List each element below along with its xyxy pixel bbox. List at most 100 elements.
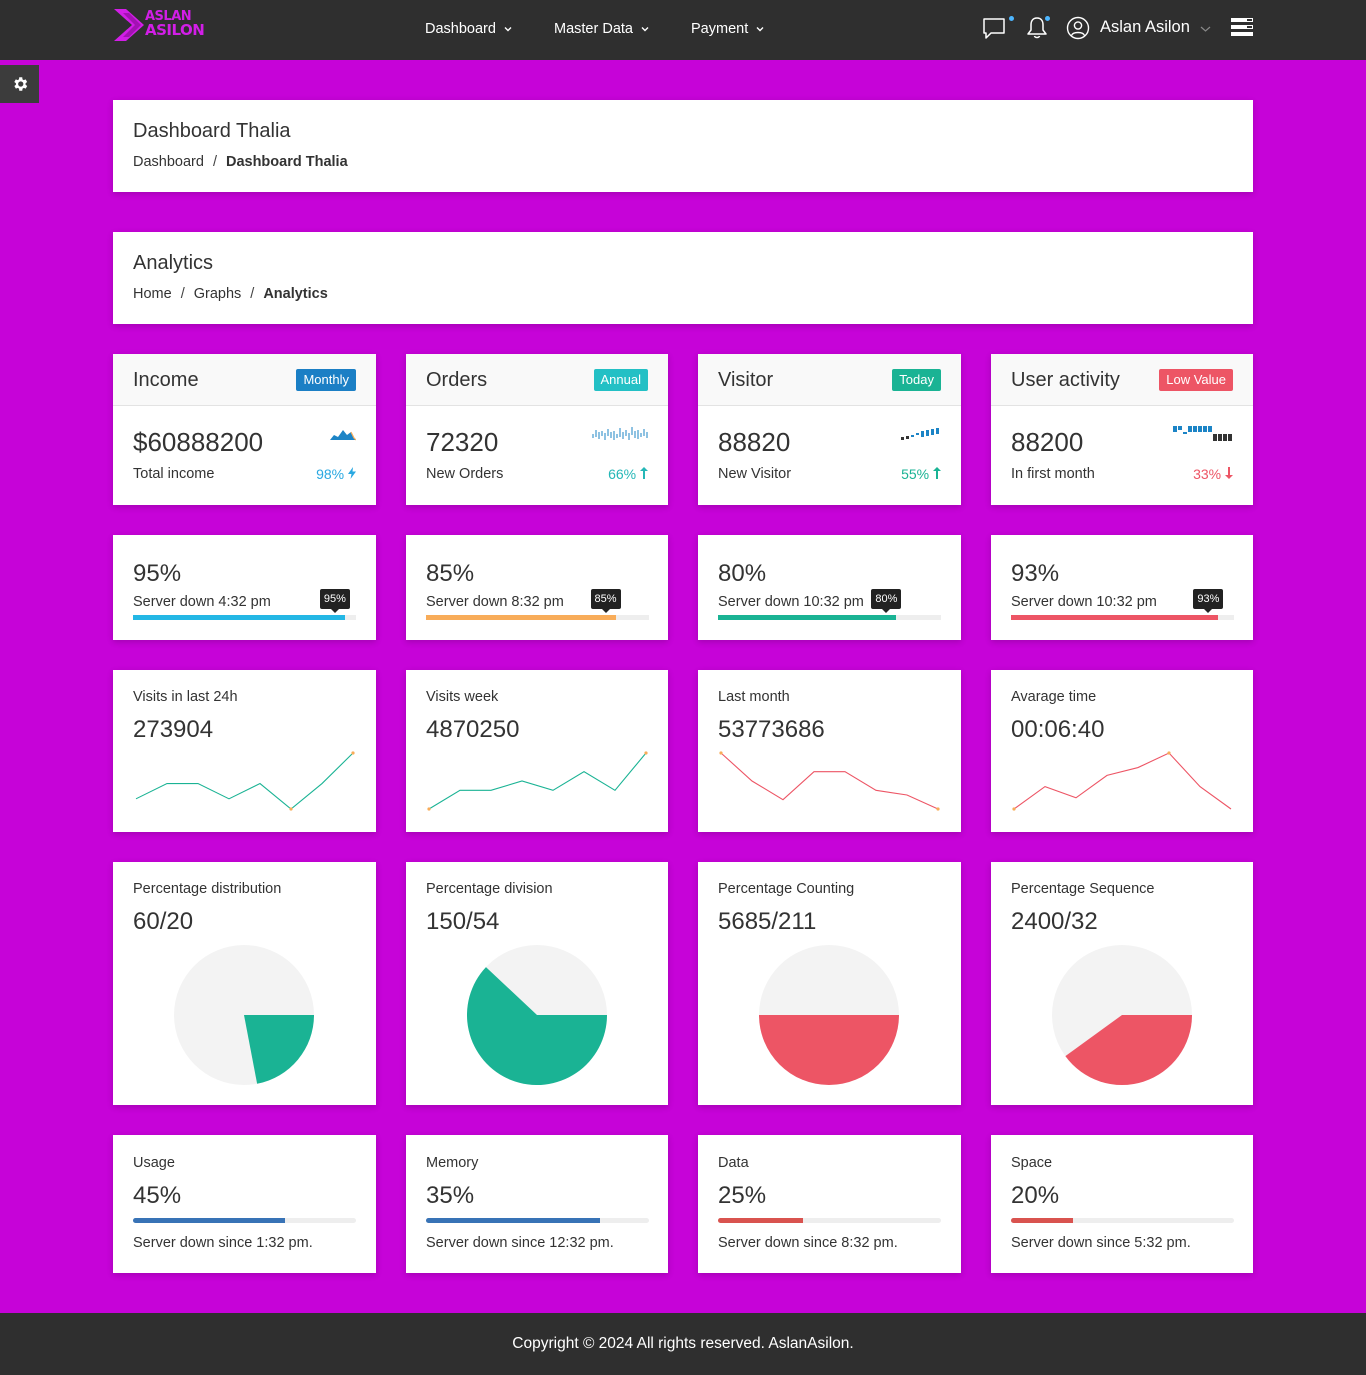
stat-card-income: Income Monthly $60888200 Total income 98… (113, 354, 376, 505)
stat-card-header: Income Monthly (113, 354, 376, 406)
chart-value: 53773686 (718, 716, 825, 743)
stat-percent-value: 33% (1193, 466, 1222, 482)
bell-notification-dot (1045, 16, 1050, 21)
nav-master-data[interactable]: Master Data (554, 21, 649, 37)
max-point (351, 751, 355, 755)
notifications-button[interactable] (1025, 16, 1051, 42)
nav-payment[interactable]: Payment (691, 21, 764, 37)
progress-card: 95% Server down 4:32 pm 95% (113, 535, 376, 640)
stat-badge: Annual (593, 369, 648, 391)
section-title: Analytics (133, 252, 214, 274)
line-chart (135, 751, 355, 811)
usage-fill (1011, 1218, 1074, 1223)
progress-card: 93% Server down 10:32 pm 93% (991, 535, 1253, 640)
progress-subtitle: Server down 8:32 pm (426, 594, 564, 610)
chart-label: Visits week (426, 689, 499, 705)
chart-label: Visits in last 24h (133, 689, 238, 705)
bolt-icon (348, 467, 356, 479)
stat-percent: 33% (1193, 466, 1233, 482)
breadcrumb-graphs[interactable]: Graphs (194, 286, 242, 302)
arrow-down-icon (1225, 467, 1233, 479)
pie-chart (174, 945, 314, 1085)
line-series (428, 752, 647, 810)
usage-track (426, 1218, 649, 1223)
stat-subtitle: New Orders (426, 466, 504, 482)
chart-value: 60/20 (133, 908, 194, 935)
usage-track (1011, 1218, 1234, 1223)
progress-subtitle: Server down 4:32 pm (133, 594, 271, 610)
progress-subtitle: Server down 10:32 pm (1011, 594, 1157, 610)
user-chevron-down-icon[interactable] (1200, 25, 1211, 33)
menu-icon (1231, 18, 1253, 36)
usage-card: Usage 45% Server down since 1:32 pm. (113, 1135, 376, 1273)
stat-percent: 98% (316, 466, 356, 482)
progress-track (426, 615, 649, 620)
chat-notification-dot (1009, 16, 1014, 21)
chevron-down-icon (504, 27, 512, 32)
usage-value: 35% (426, 1182, 475, 1209)
breadcrumb-home[interactable]: Home (133, 286, 172, 302)
brand-logo[interactable]: ASLAN ASILON (114, 9, 210, 41)
top-navbar: ASLAN ASILON Dashboard Master Data Payme… (0, 0, 1366, 60)
progress-tooltip: 93% (1193, 589, 1224, 613)
progress-value: 80% (718, 560, 767, 587)
logo-text: ASLAN ASILON (145, 10, 205, 39)
progress-track (1011, 615, 1234, 620)
stat-percent: 55% (901, 466, 941, 482)
pie-chart (1052, 945, 1192, 1085)
usage-fill (718, 1218, 803, 1223)
sparkline-bars-icon (592, 427, 648, 440)
gear-icon (13, 77, 27, 91)
stat-percent: 66% (608, 466, 648, 482)
sparkline-blocks-icon (1173, 426, 1232, 441)
chevron-down-icon (756, 27, 764, 32)
stat-percent-value: 66% (608, 466, 637, 482)
analytics-header-card: Analytics Home / Graphs / Analytics (113, 232, 1253, 324)
chart-label: Percentage Sequence (1011, 881, 1155, 897)
nav-dashboard-label: Dashboard (425, 21, 496, 37)
progress-fill (426, 615, 616, 620)
pie-chart-card: Percentage division 150/54 (406, 862, 668, 1105)
pie-chart-card: Percentage Counting 5685/211 (698, 862, 961, 1105)
chart-label: Avarage time (1011, 689, 1097, 705)
max-point (1167, 751, 1171, 755)
logo-line2: ASILON (145, 21, 205, 39)
stat-title: Visitor (718, 369, 774, 391)
pie-slice-value (759, 1015, 899, 1085)
progress-card: 85% Server down 8:32 pm 85% (406, 535, 668, 640)
chart-value: 273904 (133, 716, 214, 743)
chat-button[interactable] (982, 16, 1014, 42)
logo-chevron-icon (114, 9, 144, 41)
stat-value: 72320 (426, 427, 499, 457)
usage-card: Space 20% Server down since 5:32 pm. (991, 1135, 1253, 1273)
stat-value: 88200 (1011, 427, 1084, 457)
chart-value: 4870250 (426, 716, 520, 743)
page-header-card: Dashboard Thalia Dashboard / Dashboard Tha… (113, 100, 1253, 192)
stat-percent-value: 98% (316, 466, 345, 482)
chart-label: Percentage Counting (718, 881, 855, 897)
copyright-text: Copyright © 2024 All rights reserved. As… (512, 1335, 854, 1352)
min-point (936, 807, 940, 811)
stat-value: $60888200 (133, 427, 264, 457)
usage-subtitle: Server down since 8:32 pm. (718, 1235, 898, 1251)
usage-label: Usage (133, 1155, 175, 1171)
stat-title: User activity (1011, 369, 1120, 391)
chevron-down-icon (641, 27, 649, 32)
nav-payment-label: Payment (691, 21, 749, 37)
chart-value: 150/54 (426, 908, 500, 935)
breadcrumb-dashboard[interactable]: Dashboard (133, 154, 204, 170)
pie-chart (467, 945, 607, 1085)
user-name[interactable]: Aslan Asilon (1100, 18, 1190, 37)
stat-title: Income (133, 369, 199, 391)
nav-master-data-label: Master Data (554, 21, 633, 37)
line-chart-card: Visits in last 24h 273904 (113, 670, 376, 832)
settings-toggle[interactable] (0, 65, 39, 103)
chat-icon (983, 18, 1005, 39)
progress-fill (133, 615, 345, 620)
user-avatar[interactable] (1066, 16, 1092, 42)
arrow-up-icon (640, 467, 648, 479)
breadcrumb: Dashboard / Dashboard Thalia (133, 154, 348, 170)
arrow-up-icon (933, 467, 941, 479)
menu-toggle-button[interactable] (1231, 18, 1253, 36)
nav-dashboard[interactable]: Dashboard (425, 21, 512, 37)
